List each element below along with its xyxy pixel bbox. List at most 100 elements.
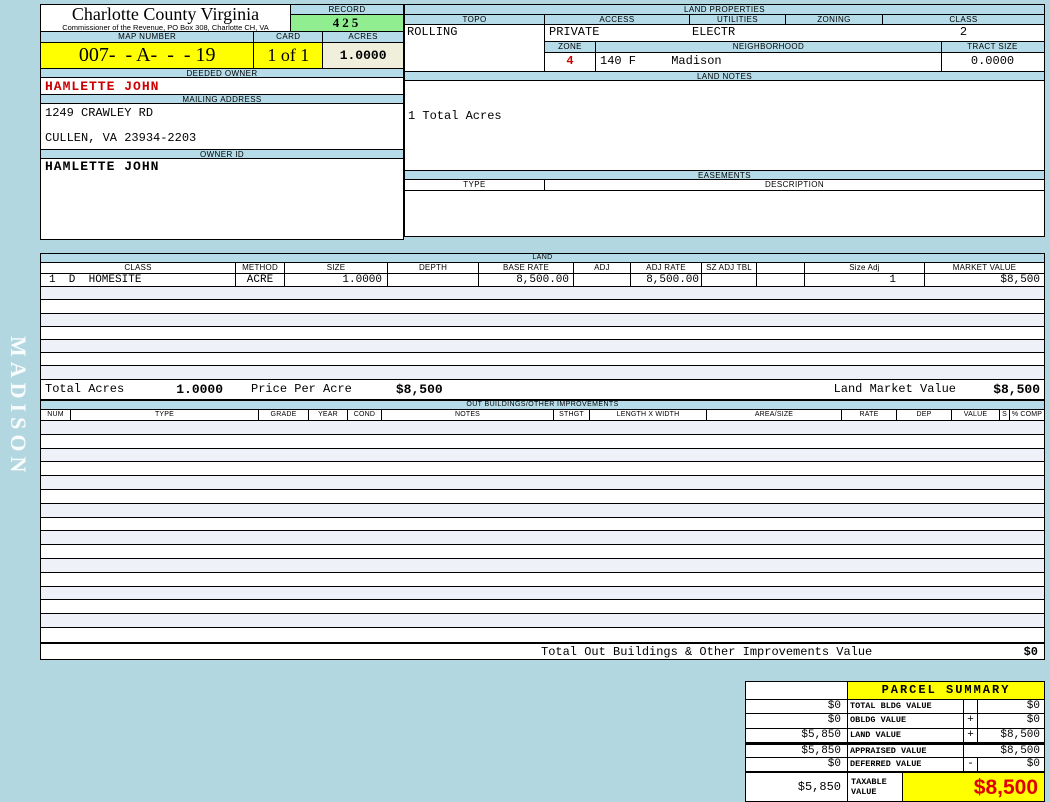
land-table-empty-row	[41, 313, 1044, 327]
prior-value: $0	[746, 757, 848, 771]
land-table-title: LAND	[41, 254, 1044, 263]
ob-empty-row	[41, 503, 1044, 518]
row-label: TOTAL BLDG VALUE	[848, 700, 964, 714]
col-value: VALUE	[952, 410, 1000, 420]
price-per-acre-label: Price Per Acre	[251, 382, 352, 396]
col-s: S	[1000, 410, 1010, 420]
tract-size-label: TRACT SIZE	[967, 42, 1018, 51]
row-operator	[964, 700, 978, 714]
row-operator: +	[964, 728, 978, 743]
cell-sz-adj-tbl	[702, 274, 757, 287]
cell-blank	[757, 274, 805, 287]
access-label: ACCESS	[545, 15, 690, 24]
land-properties-title: LAND PROPERTIES	[405, 5, 1044, 15]
parcel-summary-title: PARCEL SUMMARY	[848, 682, 1044, 699]
card-label: CARD	[254, 32, 324, 42]
row-operator: -	[964, 757, 978, 771]
county-title: Charlotte County Virginia	[71, 4, 260, 24]
deeded-owner-value: HAMLETTE JOHN	[45, 79, 160, 94]
row-label: LAND VALUE	[848, 728, 964, 743]
cell-method: ACRE	[236, 274, 285, 287]
row-operator: +	[964, 714, 978, 728]
out-buildings-table: OUT BUILDINGS/OTHER IMPROVEMENTS NUM TYP…	[40, 400, 1045, 643]
out-buildings-title: OUT BUILDINGS/OTHER IMPROVEMENTS	[41, 401, 1044, 410]
record-label: RECORD	[291, 5, 403, 15]
neighborhood-name: Madison	[671, 54, 722, 68]
tract-size-value: 0.0000	[970, 54, 1015, 68]
land-table-empty-row	[41, 300, 1044, 314]
map-number-value[interactable]: 007- - A- - - 19	[41, 43, 255, 68]
prior-value: $0	[746, 700, 848, 714]
cell-depth	[388, 274, 479, 287]
easement-type-label: TYPE	[405, 180, 545, 190]
ps-row-taxable: $5,850 TAXABLE VALUE $8,500	[746, 771, 1044, 801]
col-notes: NOTES	[382, 410, 554, 420]
property-record-card-app: { "colors": { "page_bg": "#b2d7e0", "sec…	[0, 0, 1050, 802]
easement-description-label: DESCRIPTION	[764, 180, 825, 189]
prior-value: $0	[746, 714, 848, 728]
col-market-value: MARKET VALUE	[952, 263, 1017, 272]
ob-empty-row	[41, 462, 1044, 477]
land-notes-title: LAND NOTES	[405, 71, 1044, 81]
col-sthgt: STHGT	[554, 410, 590, 420]
ob-empty-row	[41, 448, 1044, 463]
land-market-value: $8,500	[993, 381, 1040, 397]
out-buildings-total-row: Total Out Buildings & Other Improvements…	[40, 643, 1045, 660]
land-table-empty-row	[41, 366, 1044, 380]
row-operator	[964, 745, 978, 756]
row-value: $8,500	[1000, 728, 1040, 741]
out-buildings-header-row: NUM TYPE GRADE YEAR COND NOTES STHGT LEN…	[41, 410, 1044, 421]
acres-label: ACRES	[348, 32, 378, 41]
ob-empty-row	[41, 531, 1044, 546]
land-table-empty-row	[41, 287, 1044, 301]
cell-adj-rate: 8,500.00	[631, 274, 702, 287]
ob-empty-row	[41, 545, 1044, 559]
taxable-value: $8,500	[903, 772, 1044, 801]
row-value: $0	[1026, 700, 1040, 712]
zoning-label: ZONING	[786, 15, 883, 24]
col-method: METHOD	[236, 263, 285, 273]
ps-row-obldg: $0 OBLDG VALUE + $0	[746, 714, 1044, 729]
topo-label: TOPO	[405, 15, 545, 24]
owner-panel-spacer	[41, 174, 403, 239]
class-value: 2	[959, 25, 968, 39]
topo-value: ROLLING	[405, 25, 545, 41]
row-label: DEFERRED VALUE	[848, 757, 964, 771]
card-value[interactable]: 1 of 1	[254, 43, 324, 68]
topo-cell-extension	[405, 41, 545, 71]
taxable-prior-value: $5,850	[746, 772, 848, 801]
row-label: APPRAISED VALUE	[848, 745, 964, 757]
col-type: TYPE	[71, 410, 259, 420]
land-properties-panel: LAND PROPERTIES TOPO ACCESS UTILITIES ZO…	[404, 4, 1045, 237]
col-size-adj: Size Adj	[805, 263, 925, 273]
ob-total-label: Total Out Buildings & Other Improvements…	[541, 644, 873, 659]
col-rate: RATE	[842, 410, 897, 420]
land-market-value-label: Land Market Value	[833, 382, 956, 396]
col-adj: ADJ	[574, 263, 631, 273]
owner-id-label: OWNER ID	[41, 149, 403, 159]
cell-market-value: $8,500	[1000, 274, 1040, 286]
ob-empty-row	[41, 476, 1044, 490]
ps-row-total-bldg: $0 TOTAL BLDG VALUE $0	[746, 700, 1044, 715]
utilities-label: UTILITIES	[690, 15, 786, 24]
district-watermark: MADISON	[6, 336, 31, 478]
mailing-address-value: 1249 CRAWLEY RD CULLEN, VA 23934-2203	[41, 104, 403, 149]
ps-row-land: $5,850 LAND VALUE + $8,500	[746, 728, 1044, 744]
cell-size-adj: 1	[805, 274, 925, 287]
zoning-value	[786, 25, 883, 41]
zone-label: ZONE	[545, 42, 596, 52]
zone-value: 4	[545, 53, 596, 71]
taxable-label-line2: VALUE	[851, 786, 877, 797]
row-value: $8,500	[1000, 745, 1040, 758]
taxable-label: TAXABLE VALUE	[848, 772, 903, 801]
col-num: NUM	[41, 410, 71, 420]
col-dep: DEP	[897, 410, 952, 420]
col-pct-comp: % COMP	[1011, 411, 1043, 418]
land-totals-row: Total Acres 1.0000 Price Per Acre $8,500…	[41, 380, 1044, 399]
land-table-empty-row	[41, 339, 1044, 354]
record-value[interactable]: 425	[291, 15, 403, 31]
mailing-address-label: MAILING ADDRESS	[41, 94, 403, 104]
neighborhood-value: 140 F Madison	[596, 53, 942, 71]
cell-base-rate: 8,500.00	[479, 274, 574, 287]
col-size: SIZE	[285, 263, 388, 273]
